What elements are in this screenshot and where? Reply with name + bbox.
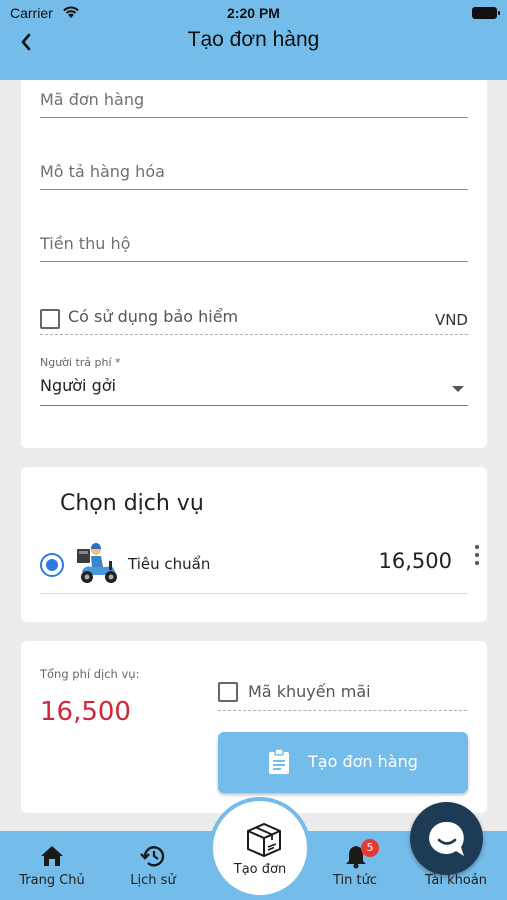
promo-checkbox[interactable]: [218, 682, 238, 702]
payer-value: Người gởi: [40, 376, 116, 395]
insurance-label: Có sử dụng bảo hiểm: [68, 307, 239, 326]
more-options-icon[interactable]: [472, 543, 482, 569]
tab-home-label: Trang Chủ: [19, 873, 85, 888]
order-code-field[interactable]: Mã đơn hàng: [40, 80, 468, 118]
payer-label: Người trả phí *: [40, 356, 121, 369]
clipboard-icon: [269, 749, 289, 774]
insurance-checkbox[interactable]: [40, 309, 60, 329]
description-placeholder: Mô tả hàng hóa: [40, 162, 165, 181]
total-fee-value: 16,500: [40, 697, 131, 727]
tab-history[interactable]: Lịch sử: [113, 831, 193, 900]
insurance-row: Có sử dụng bảo hiểm VND: [40, 302, 468, 335]
service-price: 16,500: [378, 549, 452, 573]
package-box-icon: [247, 822, 281, 858]
history-icon: [140, 846, 165, 867]
summary-card: Tổng phí dịch vụ: 16,500 Mã khuyến mãi T…: [21, 641, 487, 813]
insurance-unit: VND: [434, 311, 468, 329]
order-info-card: Mã đơn hàng Mô tả hàng hóa Tiền thu hộ C…: [21, 80, 487, 448]
status-bar: Carrier 2:20 PM: [0, 0, 507, 26]
tab-create-order-label: Tạo đơn: [233, 862, 287, 877]
tab-history-label: Lịch sử: [130, 873, 176, 888]
cod-amount-field[interactable]: Tiền thu hộ: [40, 224, 468, 262]
dropdown-arrow-icon: [452, 386, 464, 392]
service-name: Tiêu chuẩn: [128, 555, 211, 573]
promo-code-row: Mã khuyến mãi: [218, 679, 467, 711]
total-fee-label: Tổng phí dịch vụ:: [40, 667, 140, 681]
delivery-scooter-icon: [77, 543, 117, 583]
battery-icon: [472, 7, 500, 19]
chat-button[interactable]: [410, 802, 483, 875]
chat-bubble-icon: [429, 821, 464, 856]
description-field[interactable]: Mô tả hàng hóa: [40, 152, 468, 190]
clock: 2:20 PM: [227, 5, 280, 21]
service-radio[interactable]: [40, 553, 64, 577]
home-icon: [41, 846, 63, 866]
order-code-placeholder: Mã đơn hàng: [40, 90, 145, 109]
tab-create-order[interactable]: Tạo đơn: [209, 797, 311, 899]
tab-home[interactable]: Trang Chủ: [12, 831, 92, 900]
tab-news-label: Tin tức: [332, 873, 377, 888]
news-badge: 5: [361, 839, 379, 857]
header-bar: Carrier 2:20 PM Tạo đơn hàng: [0, 0, 507, 80]
tab-news[interactable]: 5 Tin tức: [315, 831, 395, 900]
create-order-button[interactable]: Tạo đơn hàng: [218, 732, 468, 793]
payer-select[interactable]: Người trả phí * Người gởi: [40, 356, 468, 406]
page-title: Tạo đơn hàng: [187, 28, 320, 51]
service-heading: Chọn dịch vụ: [60, 491, 204, 516]
service-option[interactable]: Tiêu chuẩn 16,500: [40, 539, 479, 594]
tab-account-label: Tài khoản: [424, 873, 488, 888]
service-card: Chọn dịch vụ Tiêu chuẩn 16,500: [21, 467, 487, 622]
cod-amount-placeholder: Tiền thu hộ: [40, 234, 131, 253]
promo-label: Mã khuyến mãi: [248, 682, 371, 701]
create-order-button-label: Tạo đơn hàng: [308, 752, 418, 771]
